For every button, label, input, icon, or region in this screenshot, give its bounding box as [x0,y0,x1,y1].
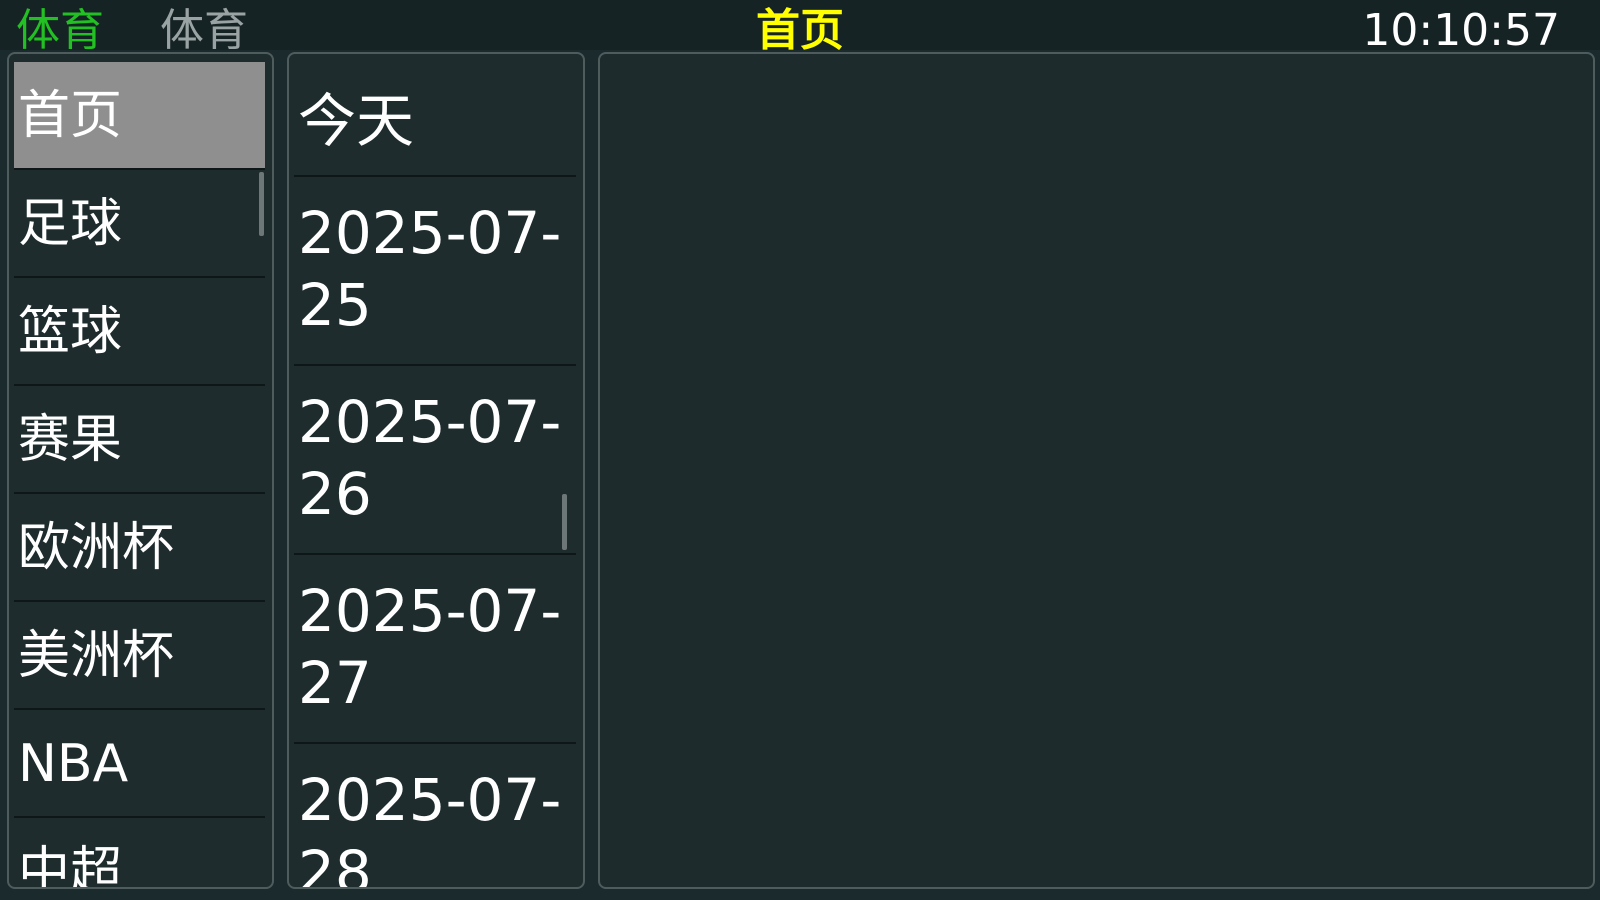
date-item[interactable]: 2025-07-25 [294,177,576,366]
category-item-football[interactable]: 足球 [14,170,265,278]
date-scrollbar[interactable] [562,494,567,550]
category-item-results[interactable]: 赛果 [14,386,265,494]
category-item-nba[interactable]: NBA [14,710,265,818]
category-list: 首页 足球 篮球 赛果 欧洲杯 美洲杯 NBA 中超 [14,62,265,887]
category-panel: 首页 足球 篮球 赛果 欧洲杯 美洲杯 NBA 中超 [7,52,274,889]
date-item[interactable]: 2025-07-27 [294,555,576,744]
category-item-home[interactable]: 首页 [14,62,265,170]
page-title: 首页 [756,5,844,50]
date-item[interactable]: 2025-07-26 [294,366,576,555]
category-item-csl[interactable]: 中超 [14,818,265,887]
date-item[interactable]: 2025-07-28 [294,744,576,887]
date-item-today[interactable]: 今天 [294,62,576,177]
category-item-euro-cup[interactable]: 欧洲杯 [14,494,265,602]
clock: 10:10:57 [1362,5,1560,50]
date-list: 今天 2025-07-25 2025-07-26 2025-07-27 2025… [294,62,576,887]
category-item-basketball[interactable]: 篮球 [14,278,265,386]
category-item-copa-america[interactable]: 美洲杯 [14,602,265,710]
top-bar: 体育 体育 首页 10:10:57 [0,0,1600,50]
date-panel: 今天 2025-07-25 2025-07-26 2025-07-27 2025… [287,52,585,889]
content-panel [598,52,1595,889]
category-scrollbar[interactable] [259,172,264,236]
